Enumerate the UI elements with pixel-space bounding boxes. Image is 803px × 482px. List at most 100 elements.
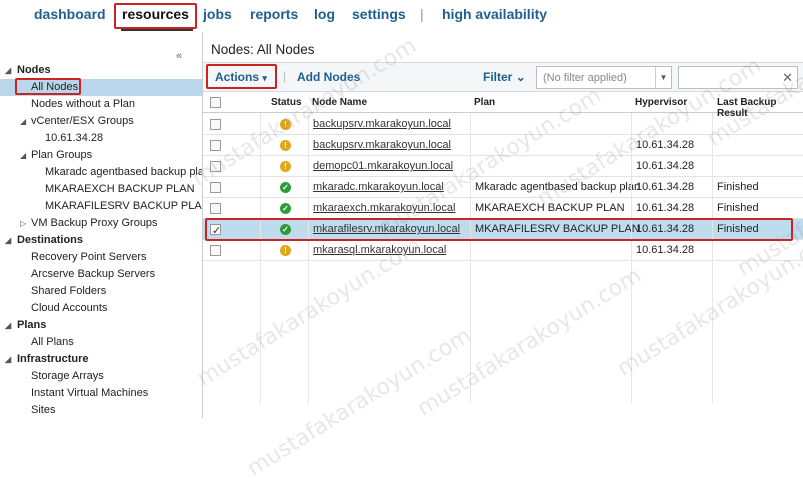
column-header-plan[interactable]: Plan bbox=[474, 97, 495, 108]
tree-item-sites[interactable]: Sites bbox=[0, 402, 202, 418]
nav-jobs[interactable]: jobs bbox=[203, 6, 232, 22]
chevron-down-icon: ⌄ bbox=[515, 70, 526, 84]
plan-cell: Mkaradc agentbased backup plan bbox=[475, 181, 641, 193]
node-name-link[interactable]: mkarasql.mkarakoyun.local bbox=[313, 240, 446, 260]
node-name-link[interactable]: backupsrv.mkarakoyun.local bbox=[313, 135, 451, 155]
tree-item-vcenter-host[interactable]: 10.61.34.28 bbox=[0, 130, 202, 147]
last-backup-result-cell: Finished bbox=[717, 181, 759, 193]
tree-item-shared-folders[interactable]: Shared Folders bbox=[0, 283, 202, 300]
row-checkbox[interactable] bbox=[210, 221, 221, 241]
node-name-link[interactable]: demopc01.mkarakoyun.local bbox=[313, 156, 453, 176]
nav-high-availability[interactable]: high availability bbox=[442, 6, 547, 22]
row-checkbox[interactable] bbox=[210, 161, 221, 172]
table-row[interactable]: ! mkarasql.mkarakoyun.local 10.61.34.28 bbox=[203, 240, 803, 261]
nav-resources[interactable]: resources bbox=[122, 6, 189, 22]
row-checkbox[interactable] bbox=[210, 203, 221, 214]
tree-item-plan-mkaraexch[interactable]: MKARAEXCH BACKUP PLAN bbox=[0, 181, 202, 198]
active-tab-underline bbox=[121, 28, 193, 31]
column-divider bbox=[631, 113, 632, 403]
tree-item-plan-groups[interactable]: ◢ Plan Groups bbox=[0, 147, 202, 164]
last-backup-result-cell: Finished bbox=[717, 223, 759, 235]
toolbar: Actions ▾ | Add Nodes Filter ⌄ (No filte… bbox=[203, 62, 803, 92]
column-divider bbox=[260, 113, 261, 403]
clear-icon[interactable]: ✕ bbox=[782, 70, 793, 86]
table-row[interactable]: ! backupsrv.mkarakoyun.local bbox=[203, 114, 803, 135]
actions-menu-button[interactable]: Actions ▾ bbox=[215, 70, 267, 84]
row-checkbox[interactable] bbox=[210, 245, 221, 256]
tree-item-instant-vms[interactable]: Instant Virtual Machines bbox=[0, 385, 202, 402]
tree-item-all-nodes[interactable]: All Nodes bbox=[0, 79, 202, 96]
tree-item-plan-mkaradc[interactable]: Mkaradc agentbased backup plan bbox=[0, 164, 202, 181]
row-checkbox[interactable] bbox=[210, 119, 221, 130]
column-header-hypervisor[interactable]: Hypervisor bbox=[635, 97, 687, 108]
column-divider bbox=[470, 113, 471, 403]
tree-group-nodes[interactable]: ◢ Nodes bbox=[0, 62, 202, 79]
status-ok-icon: ✓ bbox=[280, 203, 291, 214]
status-ok-icon: ✓ bbox=[280, 182, 291, 193]
page-title: Nodes: All Nodes bbox=[211, 42, 315, 57]
status-warning-icon: ! bbox=[280, 161, 291, 172]
node-name-link[interactable]: backupsrv.mkarakoyun.local bbox=[313, 114, 451, 134]
hypervisor-cell: 10.61.34.28 bbox=[636, 223, 695, 235]
filter-button[interactable]: Filter ⌄ bbox=[483, 70, 526, 84]
last-backup-result-cell: Finished bbox=[717, 202, 759, 214]
search-input[interactable]: ✕ bbox=[678, 66, 798, 89]
filter-select[interactable]: (No filter applied) ▼ bbox=[536, 66, 672, 89]
expanded-triangle-icon[interactable]: ◢ bbox=[5, 351, 11, 368]
nav-log[interactable]: log bbox=[314, 6, 335, 22]
main-panel: Nodes: All Nodes Actions ▾ | Add Nodes F… bbox=[203, 32, 803, 418]
table-row[interactable]: ✓ mkarafilesrv.mkarakoyun.local MKARAFILES… bbox=[203, 219, 803, 241]
tree-item-vcenter-groups[interactable]: ◢ vCenter/ESX Groups bbox=[0, 113, 202, 130]
collapse-sidebar-icon[interactable]: « bbox=[176, 50, 182, 62]
expanded-triangle-icon[interactable]: ◢ bbox=[5, 317, 11, 334]
dropdown-arrow-icon[interactable]: ▼ bbox=[655, 67, 671, 88]
tree-group-infrastructure[interactable]: ◢ Infrastructure bbox=[0, 351, 202, 368]
table-row[interactable]: ✓ mkaradc.mkarakoyun.local Mkaradc agentba… bbox=[203, 177, 803, 198]
tree-item-nodes-without-plan[interactable]: Nodes without a Plan bbox=[0, 96, 202, 113]
tree-group-destinations[interactable]: ◢ Destinations bbox=[0, 232, 202, 249]
nav-reports[interactable]: reports bbox=[250, 6, 298, 22]
table-row[interactable]: ! backupsrv.mkarakoyun.local 10.61.34.28 bbox=[203, 135, 803, 156]
table-header: Status Node Name Plan Hypervisor Last Ba… bbox=[203, 93, 803, 119]
select-all-checkbox[interactable] bbox=[210, 97, 221, 108]
expanded-triangle-icon[interactable]: ◢ bbox=[5, 232, 11, 249]
table-row[interactable]: ! demopc01.mkarakoyun.local 10.61.34.28 bbox=[203, 156, 803, 177]
nav-dashboard[interactable]: dashboard bbox=[34, 6, 106, 22]
tree-group-plans[interactable]: ◢ Plans bbox=[0, 317, 202, 334]
status-warning-icon: ! bbox=[280, 119, 291, 130]
expanded-triangle-icon[interactable]: ◢ bbox=[20, 147, 26, 164]
plan-cell: MKARAEXCH BACKUP PLAN bbox=[475, 202, 625, 214]
chevron-down-icon: ▾ bbox=[262, 73, 267, 83]
tree-item-all-plans[interactable]: All Plans bbox=[0, 334, 202, 351]
tree-item-recovery-point-servers[interactable]: Recovery Point Servers bbox=[0, 249, 202, 266]
table-row[interactable]: ✓ mkaraexch.mkarakoyun.local MKARAEXCH BAC… bbox=[203, 198, 803, 219]
collapsed-triangle-icon[interactable]: ▷ bbox=[20, 215, 26, 232]
expanded-triangle-icon[interactable]: ◢ bbox=[20, 113, 26, 130]
node-name-link[interactable]: mkarafilesrv.mkarakoyun.local bbox=[313, 219, 460, 239]
tree-item-plan-mkarafilesrv[interactable]: MKARAFILESRV BACKUP PLAN bbox=[0, 198, 202, 215]
row-checkbox[interactable] bbox=[210, 182, 221, 193]
node-name-link[interactable]: mkaradc.mkarakoyun.local bbox=[313, 177, 444, 197]
tree-item-vm-backup-proxy-groups[interactable]: ▷ VM Backup Proxy Groups bbox=[0, 215, 202, 232]
column-divider bbox=[712, 113, 713, 403]
column-header-node-name[interactable]: Node Name bbox=[312, 97, 367, 108]
nav-settings[interactable]: settings bbox=[352, 6, 406, 22]
status-warning-icon: ! bbox=[280, 140, 291, 151]
expanded-triangle-icon[interactable]: ◢ bbox=[5, 62, 11, 79]
tree-item-cloud-accounts[interactable]: Cloud Accounts bbox=[0, 300, 202, 317]
hypervisor-cell: 10.61.34.28 bbox=[636, 244, 695, 256]
column-divider bbox=[308, 113, 309, 403]
node-name-link[interactable]: mkaraexch.mkarakoyun.local bbox=[313, 198, 455, 218]
hypervisor-cell: 10.61.34.28 bbox=[636, 139, 695, 151]
toolbar-separator: | bbox=[283, 69, 287, 83]
tree-item-storage-arrays[interactable]: Storage Arrays bbox=[0, 368, 202, 385]
column-header-status[interactable]: Status bbox=[271, 97, 302, 108]
hypervisor-cell: 10.61.34.28 bbox=[636, 181, 695, 193]
tree-item-arcserve-backup-servers[interactable]: Arcserve Backup Servers bbox=[0, 266, 202, 283]
hypervisor-cell: 10.61.34.28 bbox=[636, 160, 695, 172]
add-nodes-button[interactable]: Add Nodes bbox=[297, 70, 360, 84]
nav-separator: | bbox=[420, 6, 424, 22]
top-navigation: dashboard resources jobs reports log set… bbox=[0, 0, 803, 32]
hypervisor-cell: 10.61.34.28 bbox=[636, 202, 695, 214]
row-checkbox[interactable] bbox=[210, 140, 221, 151]
